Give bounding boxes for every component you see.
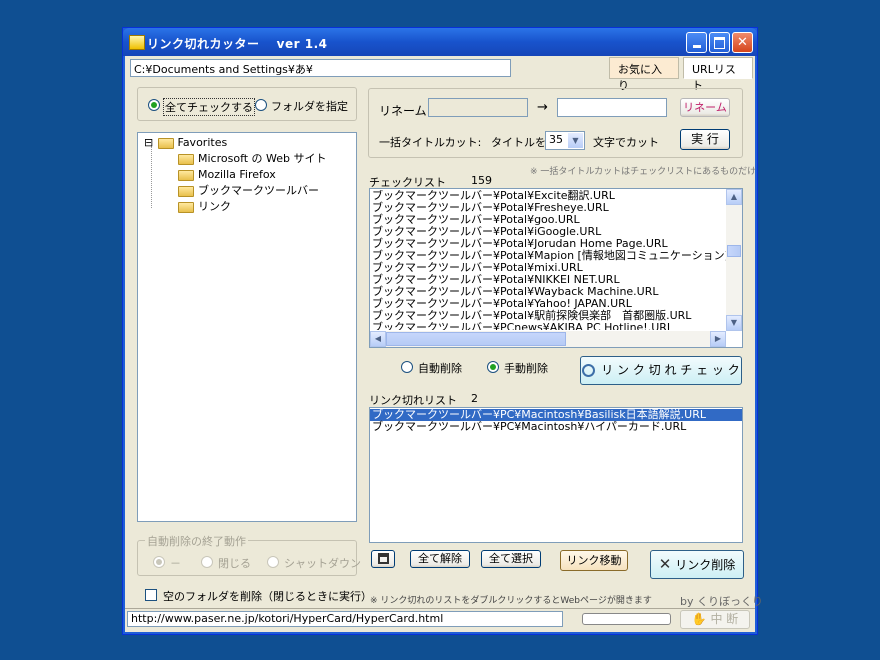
delete-link-button-label: リンク削除 bbox=[675, 558, 736, 572]
title-length-select[interactable]: 35 ▼ bbox=[545, 131, 585, 150]
scroll-right-icon[interactable]: ▶ bbox=[710, 331, 726, 347]
save-button[interactable] bbox=[371, 550, 395, 568]
link-check-button[interactable]: リ ン ク 切 れ チ ェ ッ ク bbox=[580, 356, 742, 385]
scroll-up-icon[interactable]: ▲ bbox=[726, 189, 742, 205]
maximize-icon bbox=[714, 36, 725, 49]
broken-list-count: 2 bbox=[471, 392, 478, 405]
close-icon: ✕ bbox=[658, 555, 672, 573]
main-window: リンク切れカッター ver 1.4 ✕ C:¥Documents and Set… bbox=[122, 27, 763, 635]
tree-label: ブックマークツールバー bbox=[198, 184, 319, 197]
tree-node-favorites[interactable]: ⊟ Favorites bbox=[144, 135, 227, 151]
link-check-button-label: リ ン ク 切 れ チ ェ ッ ク bbox=[601, 363, 740, 377]
tree-label: Favorites bbox=[177, 136, 228, 149]
rename-label: リネーム: bbox=[379, 104, 431, 118]
search-icon bbox=[582, 364, 596, 377]
tree-guide-line bbox=[151, 146, 153, 208]
title-cut-prefix: タイトルを bbox=[491, 136, 546, 149]
tree-node[interactable]: Mozilla Firefox bbox=[178, 167, 276, 183]
manual-delete-label[interactable]: 手動削除 bbox=[504, 360, 548, 376]
rename-from-field[interactable] bbox=[428, 98, 528, 117]
tree-node[interactable]: Microsoft の Web サイト bbox=[178, 151, 327, 167]
close-button[interactable]: ✕ bbox=[732, 32, 753, 53]
folder-select-radio[interactable] bbox=[255, 99, 267, 111]
scroll-down-icon[interactable]: ▼ bbox=[726, 315, 742, 331]
check-list-count: 159 bbox=[471, 174, 492, 187]
stop-button: ✋ 中 断 bbox=[680, 610, 750, 629]
tree-toggle-icon[interactable]: ⊟ bbox=[144, 135, 154, 151]
tree-label: Mozilla Firefox bbox=[198, 168, 276, 181]
minimize-icon bbox=[692, 45, 701, 48]
app-icon bbox=[129, 35, 145, 50]
chevron-down-icon[interactable]: ▼ bbox=[568, 133, 583, 148]
window-title: リンク切れカッター ver 1.4 bbox=[147, 37, 328, 51]
auto-end-legend: 自動削除の終了動作 bbox=[145, 533, 248, 549]
broken-list-item[interactable]: ブックマークツールバー¥PC¥Macintosh¥ハイパーカード.URL bbox=[370, 421, 742, 433]
scroll-thumb[interactable] bbox=[727, 245, 741, 257]
hand-icon: ✋ bbox=[691, 612, 707, 626]
tree-node[interactable]: ブックマークツールバー bbox=[178, 183, 319, 199]
auto-end-none-radio bbox=[153, 556, 165, 568]
scroll-thumb[interactable] bbox=[386, 332, 566, 346]
auto-delete-radio[interactable] bbox=[401, 361, 413, 373]
folder-icon bbox=[157, 137, 174, 149]
scroll-left-icon[interactable]: ◀ bbox=[370, 331, 386, 347]
folder-icon bbox=[178, 201, 194, 213]
broken-list-label: リンク切れリスト bbox=[369, 394, 457, 407]
empty-folder-label[interactable]: 空のフォルダを削除（閉じるときに実行） bbox=[163, 588, 372, 604]
auto-end-close-radio bbox=[201, 556, 213, 568]
status-separator bbox=[125, 608, 755, 609]
folder-tree[interactable]: ⊟ Favorites Microsoft の Web サイト Mozilla … bbox=[137, 132, 357, 522]
tab-favorites[interactable]: お気に入り bbox=[609, 57, 679, 92]
title-bar[interactable]: リンク切れカッター ver 1.4 ✕ bbox=[123, 28, 757, 56]
tree-label: Microsoft の Web サイト bbox=[198, 152, 327, 165]
check-list-item[interactable]: ブックマークツールバー¥PCnews¥AKIBA PC Hotline!.URL bbox=[370, 322, 726, 331]
auto-end-shutdown-radio bbox=[267, 556, 279, 568]
rename-button[interactable]: リネーム bbox=[680, 98, 730, 117]
folder-select-label[interactable]: フォルダを指定 bbox=[271, 98, 348, 114]
check-list-vscroll[interactable]: ▲ ▼ bbox=[726, 189, 742, 331]
auto-end-shutdown-label: シャットダウン bbox=[284, 557, 361, 570]
floppy-disk-icon bbox=[377, 553, 389, 564]
unselect-all-button[interactable]: 全て解除 bbox=[410, 550, 470, 568]
check-list-rows: ブックマークツールバー¥Potal¥Excite翻訳.URL ブックマークツールバ… bbox=[370, 190, 726, 330]
title-cut-note: ※ 一括タイトルカットはチェックリストにあるものだけ bbox=[530, 167, 757, 177]
tab-url-list[interactable]: URLリスト bbox=[683, 57, 753, 92]
title-cut-label: 一括タイトルカット: bbox=[379, 136, 482, 149]
folder-icon bbox=[178, 185, 194, 197]
rename-to-field[interactable] bbox=[557, 98, 667, 117]
empty-folder-checkbox[interactable] bbox=[145, 589, 157, 601]
check-list-hscroll[interactable]: ◀ ▶ bbox=[370, 331, 726, 347]
close-icon: ✕ bbox=[737, 35, 748, 50]
status-url: http://www.paser.ne.jp/kotori/HyperCard/… bbox=[127, 611, 563, 627]
delete-link-button[interactable]: ✕ リンク削除 bbox=[650, 550, 744, 579]
move-link-button[interactable]: リンク移動 bbox=[560, 550, 628, 571]
broken-link-list[interactable]: ブックマークツールバー¥PC¥Macintosh¥Basilisk日本語解説.U… bbox=[369, 407, 743, 543]
title-cut-execute-button[interactable]: 実 行 bbox=[680, 129, 730, 150]
auto-end-close-label: 閉じる bbox=[218, 557, 251, 570]
stop-button-label: 中 断 bbox=[710, 612, 739, 626]
all-check-radio[interactable] bbox=[148, 99, 160, 111]
auto-end-none-label: － bbox=[170, 557, 181, 570]
title-length-value: 35 bbox=[549, 133, 563, 146]
manual-delete-radio[interactable] bbox=[487, 361, 499, 373]
auto-delete-label[interactable]: 自動削除 bbox=[418, 360, 462, 376]
check-list[interactable]: ブックマークツールバー¥Potal¥Excite翻訳.URL ブックマークツールバ… bbox=[369, 188, 743, 348]
title-cut-suffix: 文字でカット bbox=[593, 136, 659, 149]
progress-bar bbox=[582, 613, 671, 625]
credit-label: by くりぼっくり bbox=[680, 595, 763, 608]
path-field[interactable]: C:¥Documents and Settings¥あ¥ bbox=[130, 59, 511, 77]
tree-label: リンク bbox=[198, 200, 231, 213]
select-all-button[interactable]: 全て選択 bbox=[481, 550, 541, 568]
folder-icon bbox=[178, 153, 194, 165]
minimize-button[interactable] bbox=[686, 32, 707, 53]
double-click-note: ※ リンク切れのリストをダブルクリックするとWebページが開きます bbox=[370, 596, 652, 606]
folder-icon bbox=[178, 169, 194, 181]
rename-arrow: → bbox=[537, 100, 548, 115]
tree-node[interactable]: リンク bbox=[178, 199, 231, 215]
all-check-label[interactable]: 全てチェックする bbox=[163, 98, 255, 116]
maximize-button[interactable] bbox=[709, 32, 730, 53]
